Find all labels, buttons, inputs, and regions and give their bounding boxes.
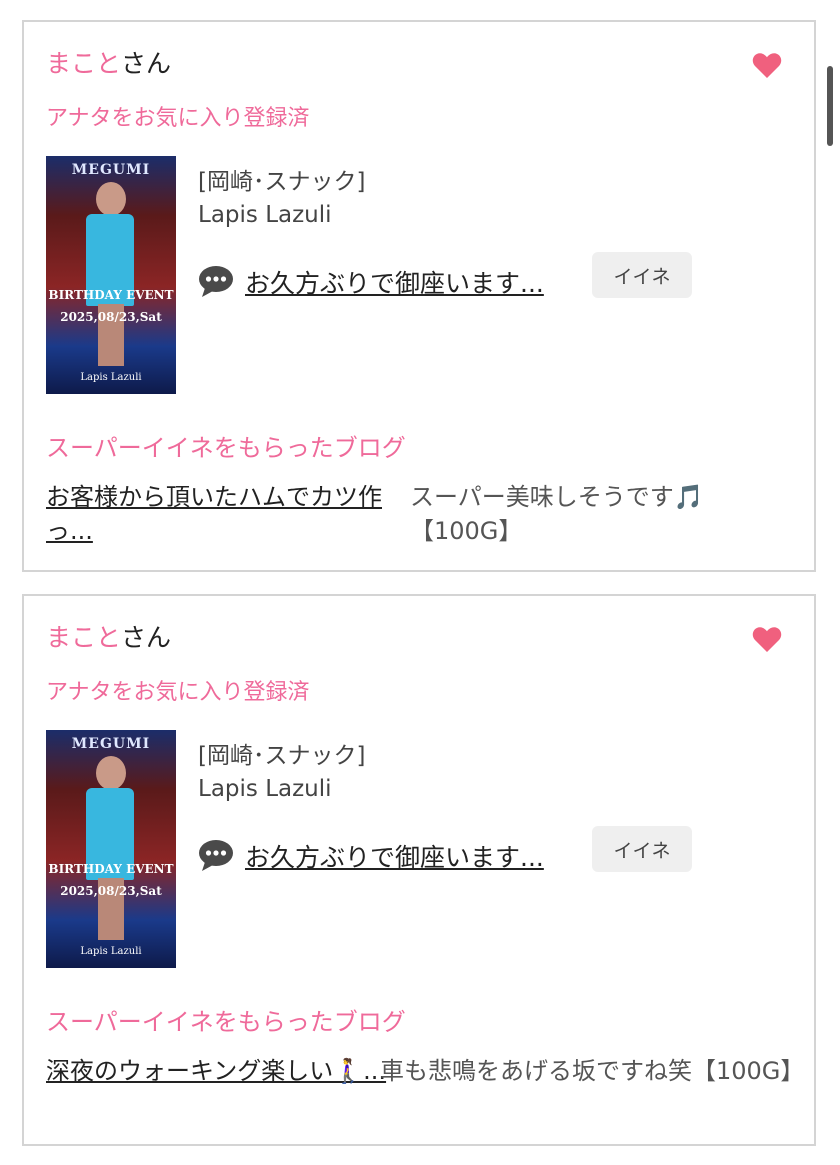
honorific: さん: [121, 623, 172, 652]
scrollbar[interactable]: [827, 66, 833, 146]
favorite-card: まことさん アナタをお気に入り登録済 MEGUMI BIRTHDAY EVENT…: [22, 20, 816, 572]
honorific: さん: [121, 49, 172, 78]
heart-icon[interactable]: [752, 626, 782, 652]
user-name-row[interactable]: まことさん: [46, 618, 171, 654]
user-name[interactable]: まこと: [46, 623, 121, 652]
super-blog-link[interactable]: 深夜のウォーキング楽しい🚶‍♀️...: [46, 1054, 391, 1088]
thumbnail-title: MEGUMI: [71, 162, 151, 178]
shop-category: [岡崎･スナック]: [198, 169, 366, 195]
speech-bubble-icon: [199, 840, 233, 871]
super-like-heading: スーパーイイネをもらったブログ: [46, 1008, 406, 1036]
thumbnail-figure-head: [96, 756, 126, 790]
like-button[interactable]: イイネ: [592, 826, 692, 872]
favorite-status: アナタをお気に入り登録済: [46, 680, 310, 705]
thumbnail-date: 2025,08/23,Sat: [60, 310, 162, 324]
favorite-status: アナタをお気に入り登録済: [46, 106, 310, 131]
shop-name[interactable]: Lapis Lazuli: [198, 776, 332, 802]
shop-category: [岡崎･スナック]: [198, 743, 366, 769]
thumbnail-date: 2025,08/23,Sat: [60, 884, 162, 898]
shop-name[interactable]: Lapis Lazuli: [198, 202, 332, 228]
speech-bubble-icon: [199, 266, 233, 297]
post-title-link[interactable]: お久方ぶりで御座います...: [245, 838, 544, 874]
thumbnail-figure-head: [96, 182, 126, 216]
post-thumbnail[interactable]: MEGUMI BIRTHDAY EVENT 2025,08/23,Sat Lap…: [46, 730, 176, 968]
post-title-link[interactable]: お久方ぶりで御座います...: [245, 264, 544, 300]
thumbnail-title: MEGUMI: [71, 736, 151, 752]
super-comment: スーパー美味しそうです🎵【100G】: [410, 483, 704, 545]
super-comment: 車も悲鳴をあげる坂ですね笑【100G】: [380, 1057, 805, 1085]
thumbnail-shop: Lapis Lazuli: [80, 372, 142, 383]
user-name-row[interactable]: まことさん: [46, 44, 171, 80]
super-like-heading: スーパーイイネをもらったブログ: [46, 434, 406, 462]
heart-icon[interactable]: [752, 52, 782, 78]
thumbnail-event: BIRTHDAY EVENT: [48, 288, 174, 302]
favorite-card: まことさん アナタをお気に入り登録済 MEGUMI BIRTHDAY EVENT…: [22, 594, 816, 1146]
super-blog-link[interactable]: お客様から頂いたハムでカツ作っ...: [46, 480, 391, 548]
thumbnail-shop: Lapis Lazuli: [80, 946, 142, 957]
like-button[interactable]: イイネ: [592, 252, 692, 298]
thumbnail-event: BIRTHDAY EVENT: [48, 862, 174, 876]
user-name[interactable]: まこと: [46, 49, 121, 78]
post-thumbnail[interactable]: MEGUMI BIRTHDAY EVENT 2025,08/23,Sat Lap…: [46, 156, 176, 394]
